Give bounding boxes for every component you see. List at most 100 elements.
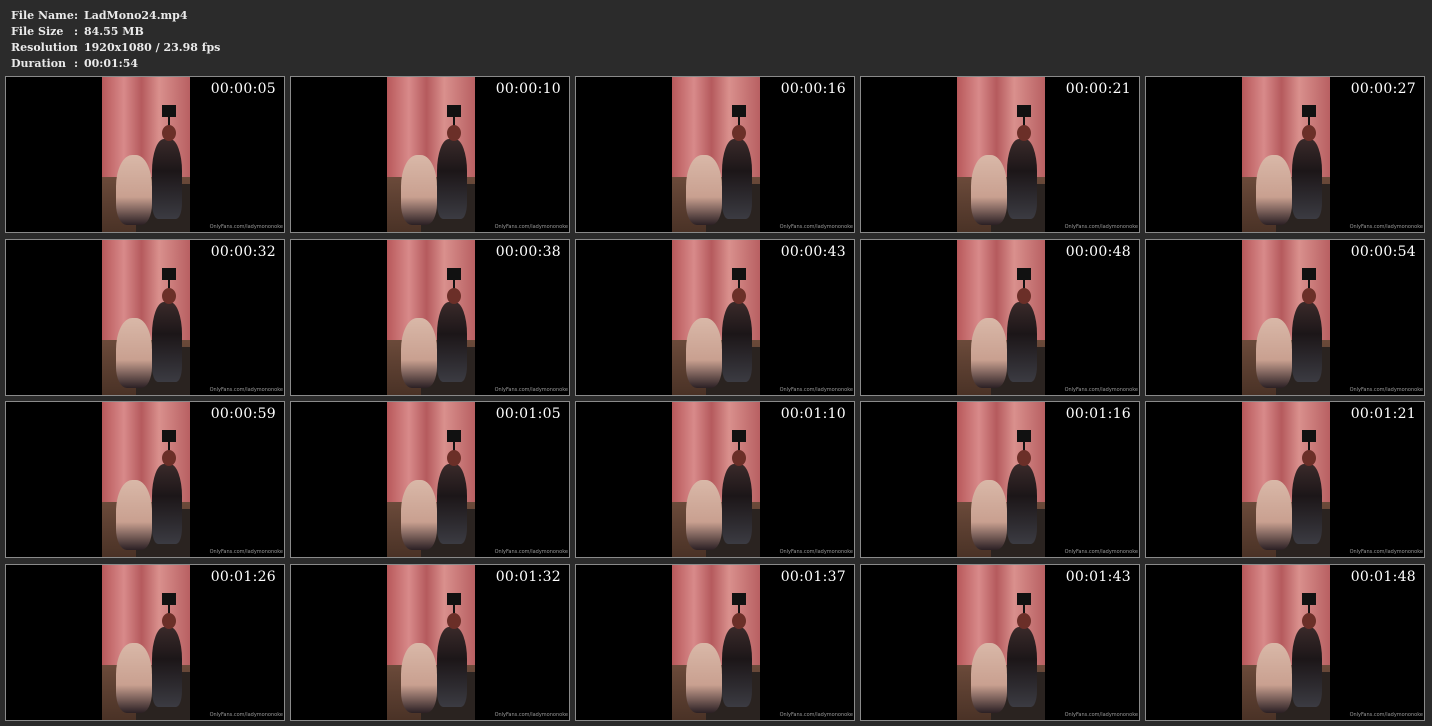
video-thumbnail: 00:01:10 OnlyFans.com/ladymononoke [575, 401, 855, 558]
video-thumbnail: 00:00:21 OnlyFans.com/ladymononoke [860, 76, 1140, 233]
figure-shape [152, 302, 182, 382]
timestamp-label: 00:00:10 [495, 81, 561, 97]
figure-shape [1007, 627, 1037, 707]
watermark-text: OnlyFans.com/ladymononoke [209, 549, 283, 555]
timestamp-label: 00:00:48 [1065, 244, 1131, 260]
figure-shape [437, 627, 467, 707]
lamp-shape [447, 593, 461, 605]
info-row-resolution: Resolution : 1920x1080 / 23.98 fps [11, 40, 220, 56]
figure-shape [401, 155, 437, 225]
figure-head-shape [1017, 125, 1031, 141]
lamp-shape [1302, 593, 1316, 605]
info-label: Resolution [11, 41, 78, 54]
figure-head-shape [1302, 288, 1316, 304]
lamp-shape [732, 105, 746, 117]
video-frame-image [1242, 240, 1330, 395]
watermark-text: OnlyFans.com/ladymononoke [1064, 712, 1138, 718]
figure-shape [722, 627, 752, 707]
video-thumbnail: 00:01:26 OnlyFans.com/ladymononoke [5, 564, 285, 721]
figure-head-shape [162, 450, 176, 466]
info-label: File Size [11, 25, 64, 38]
video-thumbnail: 00:01:05 OnlyFans.com/ladymononoke [290, 401, 570, 558]
lamp-shape [1302, 268, 1316, 280]
figure-shape [686, 155, 722, 225]
lamp-shape [447, 430, 461, 442]
figure-head-shape [162, 125, 176, 141]
figure-head-shape [1302, 125, 1316, 141]
figure-shape [116, 643, 152, 713]
figure-shape [1256, 318, 1292, 388]
timestamp-label: 00:01:05 [495, 406, 561, 422]
video-thumbnail: 00:00:43 OnlyFans.com/ladymononoke [575, 239, 855, 396]
figure-shape [152, 139, 182, 219]
lamp-shape [732, 593, 746, 605]
video-thumbnail: 00:01:48 OnlyFans.com/ladymononoke [1145, 564, 1425, 721]
figure-head-shape [1017, 450, 1031, 466]
info-value: 00:01:54 [84, 57, 139, 70]
figure-head-shape [162, 288, 176, 304]
watermark-text: OnlyFans.com/ladymononoke [209, 224, 283, 230]
watermark-text: OnlyFans.com/ladymononoke [779, 224, 853, 230]
video-thumbnail: 00:00:05 OnlyFans.com/ladymononoke [5, 76, 285, 233]
video-frame-image [387, 77, 475, 232]
figure-head-shape [447, 125, 461, 141]
watermark-text: OnlyFans.com/ladymononoke [1349, 224, 1423, 230]
info-label: Duration [11, 57, 67, 70]
figure-head-shape [1017, 288, 1031, 304]
figure-shape [116, 318, 152, 388]
timestamp-label: 00:01:37 [780, 569, 846, 585]
video-frame-image [102, 240, 190, 395]
info-colon: : [74, 41, 79, 54]
figure-shape [116, 155, 152, 225]
figure-shape [401, 480, 437, 550]
info-value: LadMono24.mp4 [84, 9, 188, 22]
video-thumbnail: 00:01:32 OnlyFans.com/ladymononoke [290, 564, 570, 721]
figure-shape [1256, 480, 1292, 550]
lamp-shape [162, 593, 176, 605]
info-colon: : [74, 25, 79, 38]
file-info-header: File Name : LadMono24.mp4 File Size : 84… [11, 8, 220, 72]
info-value: 84.55 MB [84, 25, 144, 38]
video-frame-image [957, 240, 1045, 395]
video-thumbnail: 00:00:54 OnlyFans.com/ladymononoke [1145, 239, 1425, 396]
lamp-shape [1017, 105, 1031, 117]
info-label: File Name [11, 9, 74, 22]
timestamp-label: 00:00:32 [210, 244, 276, 260]
video-thumbnail: 00:00:27 OnlyFans.com/ladymononoke [1145, 76, 1425, 233]
watermark-text: OnlyFans.com/ladymononoke [494, 549, 568, 555]
video-thumbnail: 00:00:59 OnlyFans.com/ladymononoke [5, 401, 285, 558]
lamp-shape [1302, 105, 1316, 117]
video-frame-image [1242, 565, 1330, 720]
watermark-text: OnlyFans.com/ladymononoke [1349, 712, 1423, 718]
watermark-text: OnlyFans.com/ladymononoke [494, 712, 568, 718]
figure-head-shape [1302, 613, 1316, 629]
lamp-shape [732, 268, 746, 280]
figure-head-shape [162, 613, 176, 629]
figure-shape [437, 302, 467, 382]
figure-shape [686, 318, 722, 388]
figure-shape [686, 643, 722, 713]
lamp-shape [447, 268, 461, 280]
info-row-file-size: File Size : 84.55 MB [11, 24, 220, 40]
figure-shape [1007, 464, 1037, 544]
video-thumbnail: 00:00:10 OnlyFans.com/ladymononoke [290, 76, 570, 233]
lamp-shape [732, 430, 746, 442]
timestamp-label: 00:01:48 [1350, 569, 1416, 585]
figure-shape [1292, 464, 1322, 544]
video-frame-image [1242, 402, 1330, 557]
figure-shape [1007, 139, 1037, 219]
timestamp-label: 00:01:10 [780, 406, 846, 422]
video-frame-image [387, 240, 475, 395]
watermark-text: OnlyFans.com/ladymononoke [1064, 224, 1138, 230]
watermark-text: OnlyFans.com/ladymononoke [209, 712, 283, 718]
figure-head-shape [732, 613, 746, 629]
figure-shape [971, 318, 1007, 388]
info-colon: : [74, 57, 79, 70]
figure-shape [437, 139, 467, 219]
timestamp-label: 00:00:21 [1065, 81, 1131, 97]
watermark-text: OnlyFans.com/ladymononoke [1064, 387, 1138, 393]
figure-head-shape [447, 288, 461, 304]
figure-shape [971, 643, 1007, 713]
info-row-file-name: File Name : LadMono24.mp4 [11, 8, 220, 24]
watermark-text: OnlyFans.com/ladymononoke [779, 712, 853, 718]
